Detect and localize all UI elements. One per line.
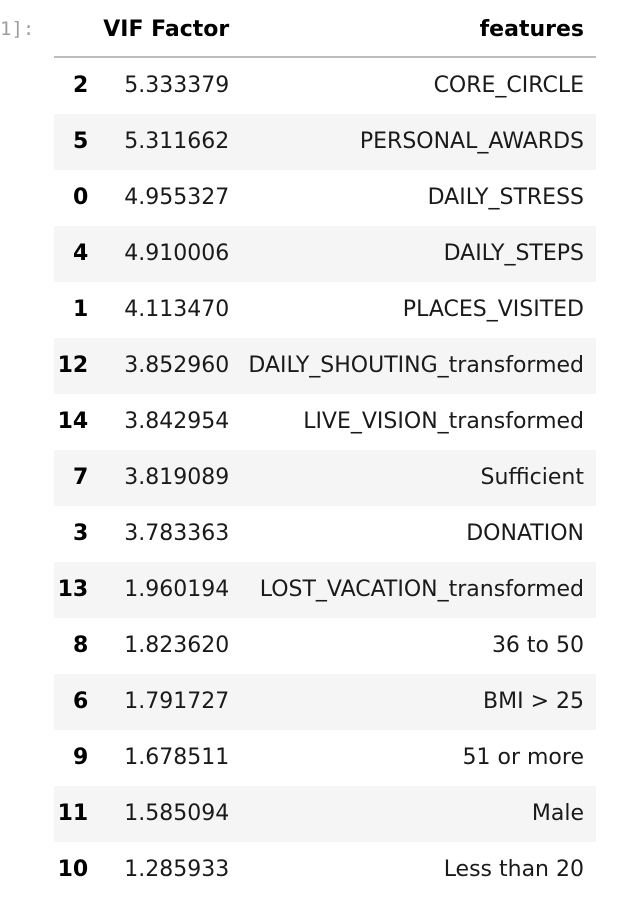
feature-name: LOST_VACATION_transformed: [259, 577, 584, 602]
table-row: 11 1.585094 Male: [54, 786, 596, 842]
feature-name: DAILY_STEPS: [443, 241, 584, 266]
feature-name: 51 or more: [462, 745, 584, 770]
row-index: 14: [57, 409, 89, 434]
features-column-header: features: [241, 4, 596, 58]
table-row: 4 4.910006 DAILY_STEPS: [54, 226, 596, 282]
feature-name: DAILY_SHOUTING_transformed: [248, 353, 584, 378]
table-row: 8 1.823620 36 to 50: [54, 618, 596, 674]
vif-value: 1.585094: [124, 801, 230, 826]
row-index: 3: [72, 521, 89, 546]
feature-name: DONATION: [466, 521, 584, 546]
vif-value: 3.819089: [124, 465, 230, 490]
vif-value: 5.311662: [124, 129, 230, 154]
feature-name: CORE_CIRCLE: [433, 73, 584, 98]
feature-name: Male: [531, 801, 584, 826]
table-row: 6 1.791727 BMI > 25: [54, 674, 596, 730]
feature-name: 36 to 50: [491, 633, 584, 658]
vif-value: 4.113470: [124, 297, 230, 322]
row-index: 11: [57, 801, 89, 826]
row-index: 4: [72, 241, 89, 266]
table-row: 5 5.311662 PERSONAL_AWARDS: [54, 114, 596, 170]
vif-value: 5.333379: [124, 73, 230, 98]
table-row: 1 4.113470 PLACES_VISITED: [54, 282, 596, 338]
table-row: 0 4.955327 DAILY_STRESS: [54, 170, 596, 226]
vif-value: 3.783363: [124, 521, 230, 546]
table-row: 14 3.842954 LIVE_VISION_transformed: [54, 394, 596, 450]
vif-dataframe-table: VIF Factor features 2 5.333379 CORE_CIRC…: [54, 4, 596, 898]
row-index: 9: [72, 745, 89, 770]
vif-value: 4.955327: [124, 185, 230, 210]
vif-factor-column-header: VIF Factor: [103, 4, 242, 58]
vif-value: 3.842954: [124, 409, 230, 434]
table-row: 13 1.960194 LOST_VACATION_transformed: [54, 562, 596, 618]
cell-output-prompt: 1]:: [0, 18, 35, 40]
feature-name: Sufficient: [480, 465, 585, 490]
vif-value: 1.823620: [124, 633, 230, 658]
vif-value: 1.285933: [124, 857, 230, 882]
table-row: 12 3.852960 DAILY_SHOUTING_transformed: [54, 338, 596, 394]
table-row: 9 1.678511 51 or more: [54, 730, 596, 786]
feature-name: PERSONAL_AWARDS: [359, 129, 584, 154]
row-index: 12: [57, 353, 89, 378]
row-index: 10: [57, 857, 89, 882]
table-row: 7 3.819089 Sufficient: [54, 450, 596, 506]
vif-value: 1.791727: [124, 689, 230, 714]
row-index: 13: [57, 577, 89, 602]
vif-value: 1.960194: [124, 577, 230, 602]
feature-name: BMI > 25: [483, 689, 584, 714]
row-index: 5: [72, 129, 89, 154]
vif-value: 4.910006: [124, 241, 230, 266]
table-row: 3 3.783363 DONATION: [54, 506, 596, 562]
feature-name: DAILY_STRESS: [427, 185, 584, 210]
index-column-header: [54, 4, 104, 58]
row-index: 8: [72, 633, 89, 658]
table-header-row: VIF Factor features: [54, 4, 596, 58]
row-index: 0: [72, 185, 89, 210]
row-index: 1: [72, 297, 89, 322]
row-index: 7: [72, 465, 89, 490]
table-row: 2 5.333379 CORE_CIRCLE: [54, 57, 596, 114]
row-index: 6: [72, 689, 89, 714]
vif-value: 3.852960: [124, 353, 230, 378]
feature-name: LIVE_VISION_transformed: [303, 409, 584, 434]
table-row: 10 1.285933 Less than 20: [54, 842, 596, 898]
row-index: 2: [72, 73, 89, 98]
vif-value: 1.678511: [124, 745, 230, 770]
feature-name: Less than 20: [443, 857, 584, 882]
feature-name: PLACES_VISITED: [402, 297, 584, 322]
